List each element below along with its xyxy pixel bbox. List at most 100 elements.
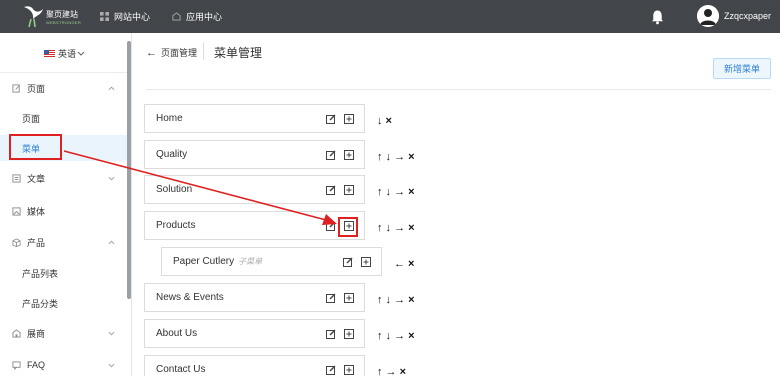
breadcrumb-back[interactable]: ← 页面管理 (146, 46, 197, 59)
menu-actions-about-us[interactable]: ↑ ↓ → × (377, 330, 415, 342)
sidebar-divider (0, 72, 127, 73)
bell-icon[interactable] (650, 9, 665, 25)
edit-icon[interactable] (326, 185, 336, 195)
add-submenu-icon[interactable] (344, 329, 354, 339)
user-icon (697, 5, 719, 27)
edit-icon[interactable] (343, 257, 353, 267)
move-actions[interactable]: ← × (394, 258, 414, 270)
edit-icon[interactable] (326, 365, 336, 375)
sidebar-item-label: 产品分类 (22, 298, 59, 309)
chevron-down-icon (108, 363, 115, 367)
move-actions[interactable]: ↓ × (377, 115, 392, 127)
edit-icon[interactable] (326, 329, 336, 339)
move-actions[interactable]: ↑ ↓ → × (377, 151, 415, 163)
sidebar-item-media[interactable]: 媒体 (0, 198, 127, 224)
edit-icon[interactable] (326, 221, 336, 231)
building-icon (12, 328, 21, 338)
menu-row-home[interactable]: Home (144, 104, 365, 133)
add-submenu-icon[interactable] (361, 257, 371, 267)
menu-label: Contact Us (156, 364, 206, 375)
breadcrumb-label: 页面管理 (161, 48, 198, 58)
edit-icon[interactable] (326, 114, 336, 124)
chevron-down-icon (108, 176, 115, 180)
sidebar-subitem-pages[interactable]: 页面 (0, 105, 127, 131)
menu-row-solution[interactable]: Solution (144, 175, 365, 204)
top-bar: 聚页建站 WEBSTRONGER 网站中心 应用中心 Zzqcxpaper (0, 0, 780, 33)
menu-label: Home (156, 113, 183, 124)
us-flag-icon (44, 49, 55, 58)
menu-actions-quality[interactable]: ↑ ↓ → × (377, 151, 415, 163)
logo-text: 聚页建站 (46, 10, 78, 19)
avatar[interactable] (697, 5, 719, 27)
page-title: 菜单管理 (214, 46, 263, 60)
breadcrumb-divider (203, 42, 204, 60)
menu-row-contact-us[interactable]: Contact Us (144, 355, 365, 376)
submenu-label-wrap: Paper Cutlery 子菜单 (173, 256, 262, 267)
add-submenu-icon[interactable] (344, 365, 354, 375)
menu-row-news-events[interactable]: News & Events (144, 283, 365, 312)
move-actions[interactable]: ↑ ↓ → × (377, 330, 415, 342)
move-actions[interactable]: ↑ ↓ → × (377, 294, 415, 306)
sidebar-subitem-product-list[interactable]: 产品列表 (0, 260, 127, 286)
sidebar-item-products[interactable]: 产品 (0, 229, 127, 255)
add-submenu-icon[interactable] (344, 114, 354, 124)
move-actions[interactable]: ↑ → × (377, 366, 406, 376)
nav-label: 应用中心 (186, 12, 223, 22)
menu-actions-products[interactable]: ↑ ↓ → × (377, 222, 415, 234)
submenu-tag: 子菜单 (238, 257, 263, 266)
image-icon (12, 206, 21, 216)
document-edit-icon (12, 83, 20, 93)
move-actions[interactable]: ↑ ↓ → × (377, 186, 415, 198)
sidebar-item-articles[interactable]: 文章 (0, 165, 127, 191)
menu-actions-paper-cutlery[interactable]: ← × (394, 258, 414, 270)
language-selector[interactable]: 英语 (44, 47, 85, 60)
sidebar-item-exhibitors[interactable]: 展商 (0, 320, 127, 346)
sidebar-subitem-product-category[interactable]: 产品分类 (0, 290, 127, 316)
menu-label: Paper Cutlery (173, 256, 235, 267)
sidebar-item-faq[interactable]: FAQ (0, 352, 127, 376)
username[interactable]: Zzqcxpaper (724, 11, 771, 21)
sidebar-scrollbar[interactable] (127, 41, 131, 299)
header-divider (146, 89, 771, 90)
add-submenu-icon[interactable] (344, 150, 354, 160)
chevron-down-icon (108, 331, 115, 335)
add-submenu-icon[interactable] (344, 293, 354, 303)
logo-subtext: WEBSTRONGER (46, 20, 82, 25)
move-actions[interactable]: ↑ ↓ → × (377, 222, 415, 234)
menu-row-products[interactable]: Products (144, 211, 365, 240)
language-label: 英语 (58, 49, 77, 59)
sidebar-item-pages[interactable]: 页面 (0, 75, 127, 101)
box-icon (12, 237, 21, 247)
chevron-up-icon (108, 240, 115, 244)
edit-icon[interactable] (326, 150, 336, 160)
edit-icon[interactable] (326, 293, 336, 303)
menu-actions-solution[interactable]: ↑ ↓ → × (377, 186, 415, 198)
menu-row-paper-cutlery[interactable]: Paper Cutlery 子菜单 (161, 247, 382, 276)
nav-app-center[interactable]: 应用中心 (172, 0, 222, 33)
nav-website-center[interactable]: 网站中心 (100, 0, 150, 33)
menu-row-quality[interactable]: Quality (144, 140, 365, 169)
menu-label: Products (156, 220, 196, 231)
add-submenu-icon[interactable] (344, 185, 354, 195)
menu-row-about-us[interactable]: About Us (144, 319, 365, 348)
sidebar-item-label: 产品 (27, 237, 46, 248)
sidebar-item-label: FAQ (27, 360, 46, 370)
menu-actions-news-events[interactable]: ↑ ↓ → × (377, 294, 415, 306)
menu-actions-home[interactable]: ↓ × (377, 115, 392, 127)
faq-icon (12, 360, 21, 370)
menu-label: Quality (156, 149, 188, 160)
sidebar-item-label: 产品列表 (22, 268, 59, 279)
sidebar-item-label: 页面 (27, 83, 46, 94)
menu-label: About Us (156, 328, 198, 339)
sidebar-item-label: 文章 (27, 173, 46, 184)
menu-label: News & Events (156, 292, 224, 303)
arrow-left-icon: ← (146, 46, 157, 59)
highlight-box-add-submenu (338, 217, 358, 237)
sidebar-item-label: 媒体 (27, 206, 46, 217)
chevron-up-icon (108, 86, 115, 90)
add-menu-button[interactable]: 新增菜单 (713, 58, 771, 79)
menu-actions-contact-us[interactable]: ↑ → × (377, 366, 406, 376)
logo[interactable]: 聚页建站 WEBSTRONGER (22, 3, 84, 31)
highlight-box-menu (9, 134, 62, 160)
nav-label: 网站中心 (114, 12, 151, 22)
